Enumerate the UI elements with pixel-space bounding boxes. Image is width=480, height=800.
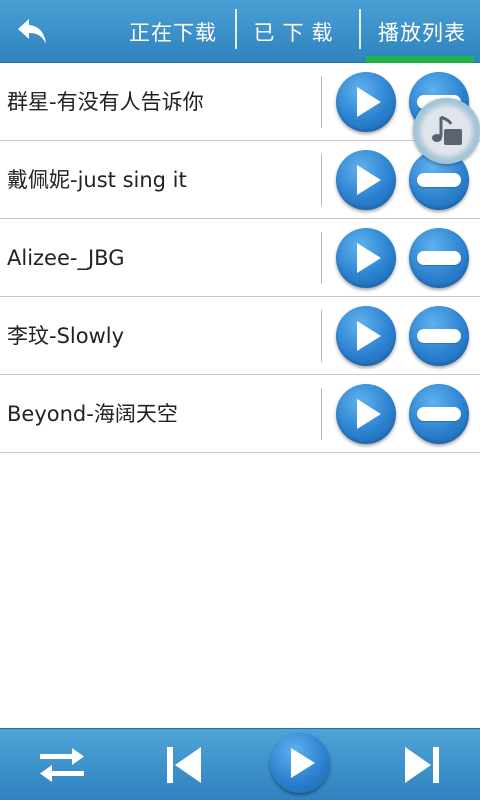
row-divider (321, 76, 322, 128)
play-button[interactable] (336, 384, 396, 444)
floating-player-button[interactable] (413, 98, 480, 164)
remove-button[interactable] (409, 384, 469, 444)
tab-playlist-label: 播放列表 (378, 20, 466, 45)
row-divider (321, 232, 322, 284)
music-note-icon (431, 115, 462, 145)
song-title: 群星-有没有人告诉你 (7, 90, 204, 114)
song-title: Beyond-海阔天空 (7, 402, 178, 426)
song-title: 李玟-Slowly (7, 324, 125, 348)
list-item[interactable]: 群星-有没有人告诉你 (0, 63, 480, 141)
shuffle-icon (40, 748, 84, 782)
next-icon (405, 747, 439, 783)
shuffle-button[interactable] (30, 737, 94, 793)
remove-icon (417, 173, 461, 187)
player-controls (0, 728, 480, 800)
remove-icon (417, 329, 461, 343)
list-item[interactable]: Beyond-海阔天空 (0, 375, 480, 453)
list-item[interactable]: 李玟-Slowly (0, 297, 480, 375)
back-button[interactable] (0, 0, 66, 63)
play-icon (357, 87, 381, 117)
tab-downloading[interactable]: 正在下载 (118, 0, 228, 63)
remove-icon (417, 251, 461, 265)
tab-divider (359, 9, 361, 49)
previous-button[interactable] (155, 737, 211, 793)
song-title: Alizee-_JBG (7, 246, 125, 270)
tab-downloaded-label: 已下载 (253, 20, 341, 45)
row-divider (321, 310, 322, 362)
play-button[interactable] (336, 150, 396, 210)
tab-playlist[interactable]: 播放列表 (364, 0, 480, 63)
top-bar: 正在下载 已下载 播放列表 (0, 0, 480, 63)
play-icon (357, 321, 381, 351)
tab-downloading-label: 正在下载 (129, 20, 217, 45)
play-icon (357, 243, 381, 273)
tab-downloaded[interactable]: 已下载 (240, 0, 354, 63)
list-item[interactable]: 戴佩妮-just sing it (0, 141, 480, 219)
play-button[interactable] (336, 72, 396, 132)
remove-button[interactable] (409, 228, 469, 288)
back-arrow-icon (18, 18, 46, 44)
play-icon (291, 748, 315, 778)
next-button[interactable] (395, 737, 451, 793)
play-pause-button[interactable] (270, 733, 330, 793)
active-tab-indicator (366, 56, 474, 63)
row-divider (321, 388, 322, 440)
play-icon (357, 165, 381, 195)
play-button[interactable] (336, 228, 396, 288)
remove-icon (417, 407, 461, 421)
song-title: 戴佩妮-just sing it (7, 168, 187, 192)
list-item[interactable]: Alizee-_JBG (0, 219, 480, 297)
play-icon (357, 399, 381, 429)
row-divider (321, 154, 322, 206)
previous-icon (167, 747, 201, 783)
tab-divider (235, 9, 237, 49)
play-button[interactable] (336, 306, 396, 366)
remove-button[interactable] (409, 306, 469, 366)
playlist: 群星-有没有人告诉你 戴佩妮-just sing it Alizee-_JBG … (0, 63, 480, 453)
